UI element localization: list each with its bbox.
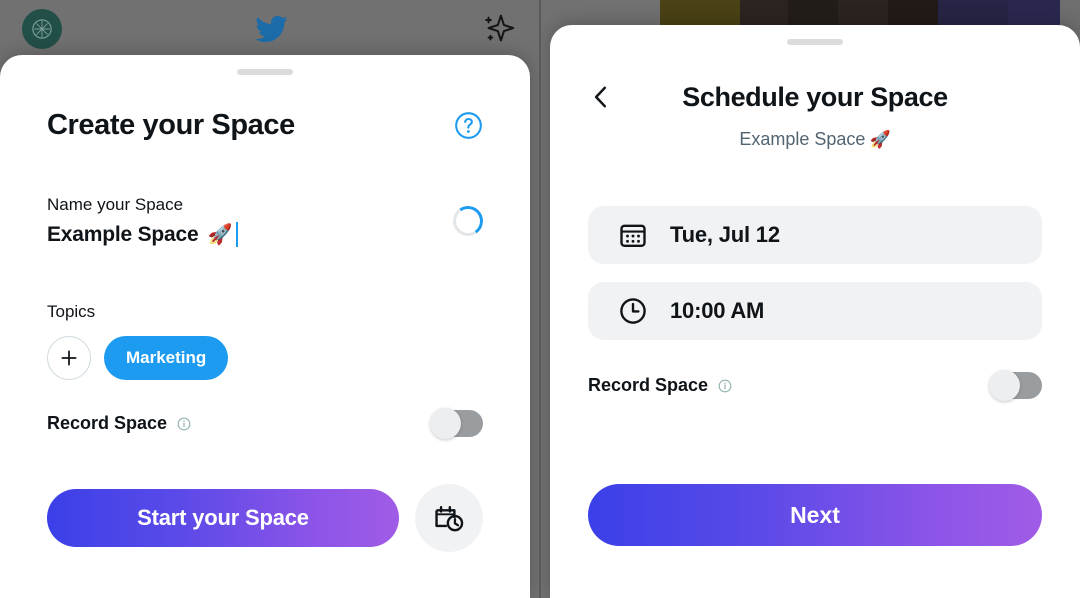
- help-circle-icon[interactable]: [454, 111, 483, 140]
- page-title: Schedule your Space: [682, 81, 948, 112]
- time-field[interactable]: 10:00 AM: [588, 282, 1042, 340]
- twitter-bird-logo: [255, 15, 288, 43]
- create-space-sheet: Create your Space Name your Space Exampl…: [0, 55, 530, 598]
- space-name-text: Example Space: [739, 129, 866, 149]
- name-field-row: Example Space 🚀: [47, 203, 486, 247]
- dual-screen-comparison: Create your Space Name your Space Exampl…: [0, 0, 1080, 598]
- record-space-label: Record Space: [588, 375, 709, 395]
- name-field-label: Name your Space: [47, 195, 184, 214]
- space-name-subtitle: Example Space 🚀: [588, 129, 1042, 150]
- profile-avatar[interactable]: [22, 9, 62, 49]
- plus-icon: [61, 350, 77, 366]
- sheet-header: Create your Space: [47, 109, 483, 142]
- rocket-emoji: 🚀: [869, 130, 891, 149]
- topics-chips-row: Marketing: [47, 336, 483, 380]
- topic-chip-label: Marketing: [126, 348, 207, 367]
- text-caret: [236, 222, 239, 247]
- screen-divider: [539, 0, 541, 598]
- toggle-knob: [430, 408, 461, 439]
- create-space-screen: Create your Space Name your Space Exampl…: [0, 0, 540, 598]
- cta-row: Start your Space: [47, 484, 483, 552]
- sheet-nav-bar: Schedule your Space: [588, 77, 1042, 117]
- record-space-toggle[interactable]: [989, 370, 1042, 401]
- date-field[interactable]: Tue, Jul 12: [588, 206, 1042, 264]
- record-space-label-group: Record Space: [588, 375, 732, 396]
- schedule-space-sheet: Schedule your Space Example Space 🚀 Tue,…: [550, 25, 1080, 598]
- time-value: 10:00 AM: [670, 298, 765, 323]
- calendar-clock-icon: [435, 506, 464, 532]
- back-chevron-icon[interactable]: [588, 84, 614, 110]
- next-button-wrap: Next: [588, 484, 1042, 546]
- next-button[interactable]: Next: [588, 484, 1042, 546]
- record-space-label-group: Record Space: [47, 413, 191, 434]
- schedule-space-button[interactable]: [415, 484, 483, 552]
- info-circle-icon[interactable]: [718, 379, 732, 393]
- rocket-emoji: 🚀: [207, 224, 233, 246]
- record-space-toggle[interactable]: [430, 408, 483, 439]
- avatar-glyph: [32, 19, 52, 39]
- date-value: Tue, Jul 12: [670, 222, 780, 247]
- sparkle-icon[interactable]: [480, 10, 518, 48]
- toggle-knob: [989, 370, 1020, 401]
- app-top-bar: [0, 0, 540, 58]
- page-title: Create your Space: [47, 109, 295, 141]
- info-circle-icon[interactable]: [177, 417, 191, 431]
- add-topic-button[interactable]: [47, 336, 91, 380]
- calendar-icon: [620, 224, 646, 247]
- record-space-label: Record Space: [47, 413, 168, 433]
- sheet-grabber[interactable]: [787, 39, 843, 45]
- clock-icon: [620, 298, 646, 324]
- sheet-grabber[interactable]: [237, 69, 293, 75]
- name-input[interactable]: Example Space 🚀: [47, 222, 239, 247]
- start-space-button[interactable]: Start your Space: [47, 489, 399, 547]
- record-space-row: Record Space: [588, 370, 1042, 401]
- topics-label: Topics: [47, 302, 96, 321]
- topic-chip-marketing[interactable]: Marketing: [104, 336, 229, 380]
- record-space-row: Record Space: [47, 408, 483, 439]
- name-input-value: Example Space: [47, 222, 199, 246]
- schedule-space-screen: Schedule your Space Example Space 🚀 Tue,…: [540, 0, 1080, 598]
